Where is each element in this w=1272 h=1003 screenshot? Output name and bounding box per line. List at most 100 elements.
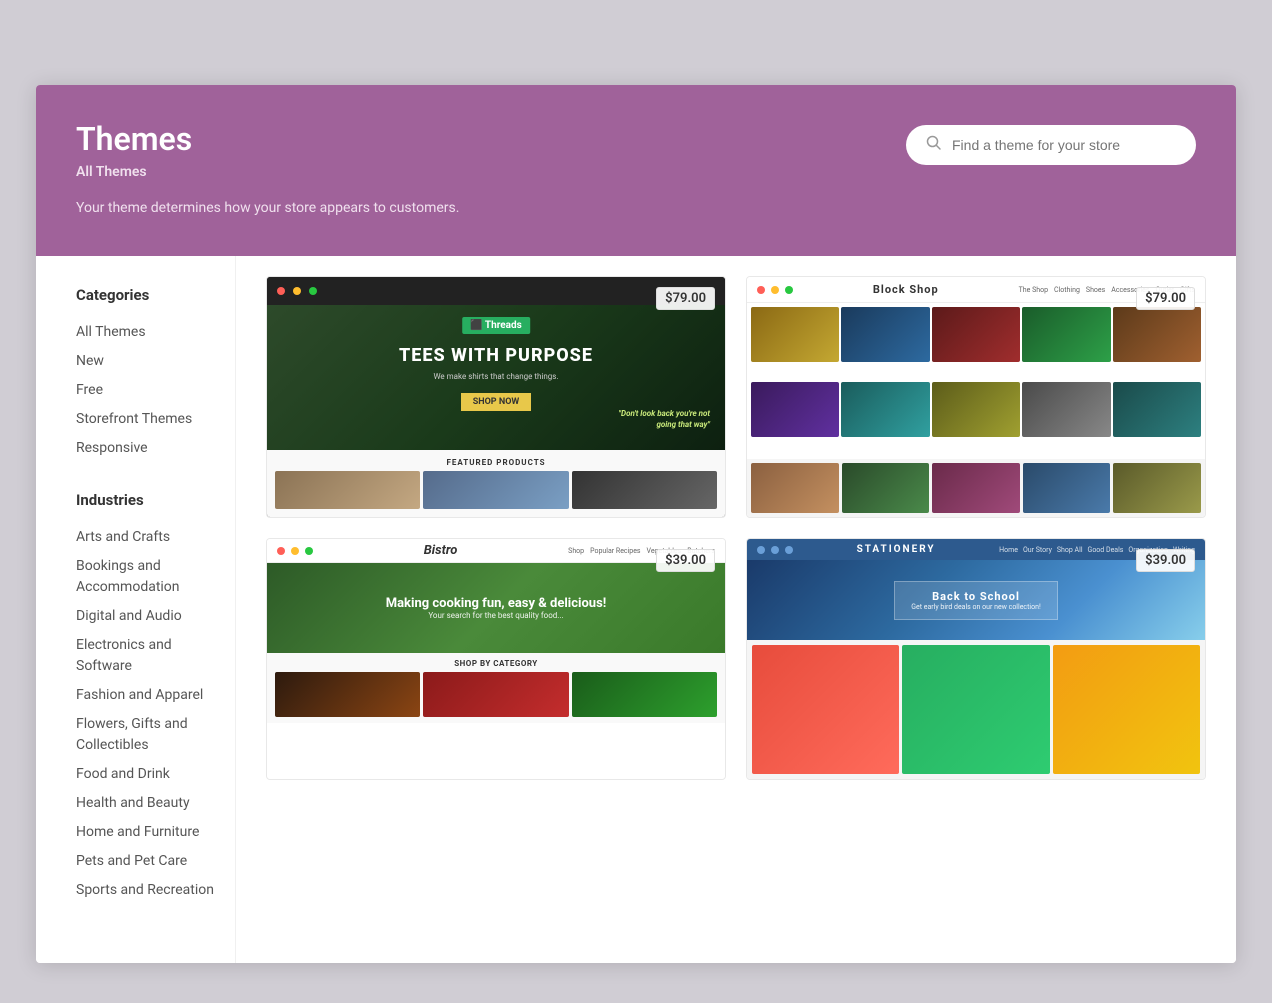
blockshop-dot-red	[757, 286, 765, 294]
sidebar-item-all-themes[interactable]: All Themes	[76, 318, 215, 347]
sidebar-item-digital-audio[interactable]: Digital and Audio	[76, 602, 215, 631]
industries-section: Industries Arts and Crafts Bookings and …	[76, 491, 215, 905]
blockshop-item-8	[932, 382, 1020, 437]
bistro-cat-2	[423, 672, 568, 717]
stationery-product-3	[1053, 645, 1200, 774]
nav-dot-red	[277, 287, 285, 295]
header-subtitle: All Themes	[76, 164, 1196, 180]
stationery-nav-link-1: Home	[999, 546, 1018, 554]
blockshop-item-2	[841, 307, 929, 362]
bistro-dot-red	[277, 547, 285, 555]
threads-products	[275, 471, 717, 509]
bistro-cat-title: Shop by Category	[275, 659, 717, 668]
theme-card-blockshop[interactable]: $79.00 Block Shop T	[746, 276, 1206, 518]
blockshop-item-4	[1022, 307, 1110, 362]
blockshop-item-7	[841, 382, 929, 437]
sidebar-item-bookings[interactable]: Bookings and Accommodation	[76, 552, 215, 602]
sidebar-item-home-furniture[interactable]: Home and Furniture	[76, 818, 215, 847]
blockshop-nav-link-1: The Shop	[1019, 286, 1048, 294]
price-badge-stationery: $39.00	[1136, 549, 1195, 572]
price-badge-blockshop: $79.00	[1136, 287, 1195, 310]
sidebar-item-sports[interactable]: Sports and Recreation	[76, 876, 215, 905]
stationery-headline: Back to School	[911, 590, 1041, 603]
sidebar-item-health-beauty[interactable]: Health and Beauty	[76, 789, 215, 818]
price-badge-threads: $79.00	[656, 287, 715, 310]
main-container: Themes All Themes Your theme determines …	[36, 85, 1236, 963]
bistro-hero: Making cooking fun, easy & delicious! Yo…	[267, 563, 725, 653]
threads-product-3	[572, 471, 717, 509]
sidebar-item-food-drink[interactable]: Food and Drink	[76, 760, 215, 789]
bistro-nav-link-1: Shop	[568, 547, 584, 555]
blockshop-item-10	[1113, 382, 1201, 437]
stationery-dot-3	[785, 546, 793, 554]
sidebar-item-fashion[interactable]: Fashion and Apparel	[76, 681, 215, 710]
sidebar-item-pets[interactable]: Pets and Pet Care	[76, 847, 215, 876]
threads-sub: We make shirts that change things.	[399, 372, 593, 381]
bistro-nav-link-2: Popular Recipes	[590, 547, 640, 555]
theme-threads-hero: ⬛ Threads TEES WITH PURPOSE We make shir…	[267, 305, 725, 450]
industries-title: Industries	[76, 491, 215, 509]
theme-preview-blockshop: Block Shop The Shop Clothing Shoes Acces…	[747, 277, 1205, 517]
bistro-nav-left	[277, 547, 313, 555]
blockshop-item-6	[751, 382, 839, 437]
outer-wrapper: Themes All Themes Your theme determines …	[36, 0, 1236, 1003]
bistro-dot-yellow	[291, 547, 299, 555]
sidebar-item-flowers[interactable]: Flowers, Gifts and Collectibles	[76, 710, 215, 760]
bistro-title: Bistro	[424, 543, 458, 558]
bistro-headline: Making cooking fun, easy & delicious!	[386, 596, 607, 611]
theme-card-bistro[interactable]: $39.00 Bistro Shop	[266, 538, 726, 780]
blockshop-item-13	[932, 463, 1020, 513]
stationery-nav-link-4: Good Deals	[1088, 546, 1124, 554]
blockshop-nav-link-3: Shoes	[1086, 286, 1105, 294]
stationery-product-1	[752, 645, 899, 774]
blockshop-item-3	[932, 307, 1020, 362]
stationery-product-2	[902, 645, 1049, 774]
header-description: Your theme determines how your store app…	[76, 200, 1196, 216]
sidebar-item-free[interactable]: Free	[76, 376, 215, 405]
blockshop-item-15	[1113, 463, 1201, 513]
blockshop-item-14	[1023, 463, 1111, 513]
stationery-brand-title: Stationery	[857, 544, 936, 555]
stationery-nav-link-2: Our Story	[1023, 546, 1052, 554]
threads-featured-title: FEATURED PRODUCTS	[446, 458, 545, 467]
blockshop-title: Block Shop	[873, 283, 939, 296]
themes-grid: $79.00 ⬛ Threads TEES WITH PU	[236, 256, 1236, 963]
blockshop-dot-yellow	[771, 286, 779, 294]
sidebar-item-arts-crafts[interactable]: Arts and Crafts	[76, 523, 215, 552]
bistro-sub: Your search for the best quality food...	[386, 611, 607, 620]
content-area: Categories All Themes New Free Storefron…	[36, 256, 1236, 963]
threads-headline-text: TEES WITH PURPOSE	[399, 345, 593, 366]
blockshop-item-9	[1022, 382, 1110, 437]
stationery-dot-1	[757, 546, 765, 554]
sidebar-item-new[interactable]: New	[76, 347, 215, 376]
sidebar-item-storefront[interactable]: Storefront Themes	[76, 405, 215, 434]
threads-logo: ⬛ Threads	[462, 317, 530, 334]
stationery-dot-2	[771, 546, 779, 554]
stationery-nav-left	[757, 546, 793, 554]
blockshop-item-1	[751, 307, 839, 362]
blockshop-grid	[747, 303, 1205, 459]
sidebar-item-responsive[interactable]: Responsive	[76, 434, 215, 463]
theme-preview-bistro: Bistro Shop Popular Recipes Vegetables B…	[267, 539, 725, 779]
bistro-hero-text: Making cooking fun, easy & delicious! Yo…	[386, 596, 607, 620]
search-container	[906, 125, 1196, 165]
stationery-subheadline: Get early bird deals on our new collecti…	[911, 603, 1041, 611]
sidebar-item-electronics[interactable]: Electronics and Software	[76, 631, 215, 681]
blockshop-row2	[747, 459, 1205, 517]
bistro-cat-3	[572, 672, 717, 717]
nav-dot-green	[309, 287, 317, 295]
header-banner: Themes All Themes Your theme determines …	[36, 85, 1236, 256]
bistro-dot-green	[305, 547, 313, 555]
theme-card-threads[interactable]: $79.00 ⬛ Threads TEES WITH PU	[266, 276, 726, 518]
theme-preview-threads: ⬛ Threads TEES WITH PURPOSE We make shir…	[267, 277, 725, 517]
blockshop-item-5	[1113, 307, 1201, 362]
stationery-hero: Back to School Get early bird deals on o…	[747, 560, 1205, 640]
bistro-categories: Shop by Category	[267, 653, 725, 723]
theme-card-stationery[interactable]: $39.00 Stationery H	[746, 538, 1206, 780]
categories-section: Categories All Themes New Free Storefron…	[76, 286, 215, 463]
search-input[interactable]	[952, 137, 1176, 153]
nav-dot-yellow	[293, 287, 301, 295]
search-icon	[926, 135, 942, 155]
blockshop-nav-left	[757, 286, 793, 294]
theme-preview-stationery: Stationery Home Our Story Shop All Good …	[747, 539, 1205, 779]
